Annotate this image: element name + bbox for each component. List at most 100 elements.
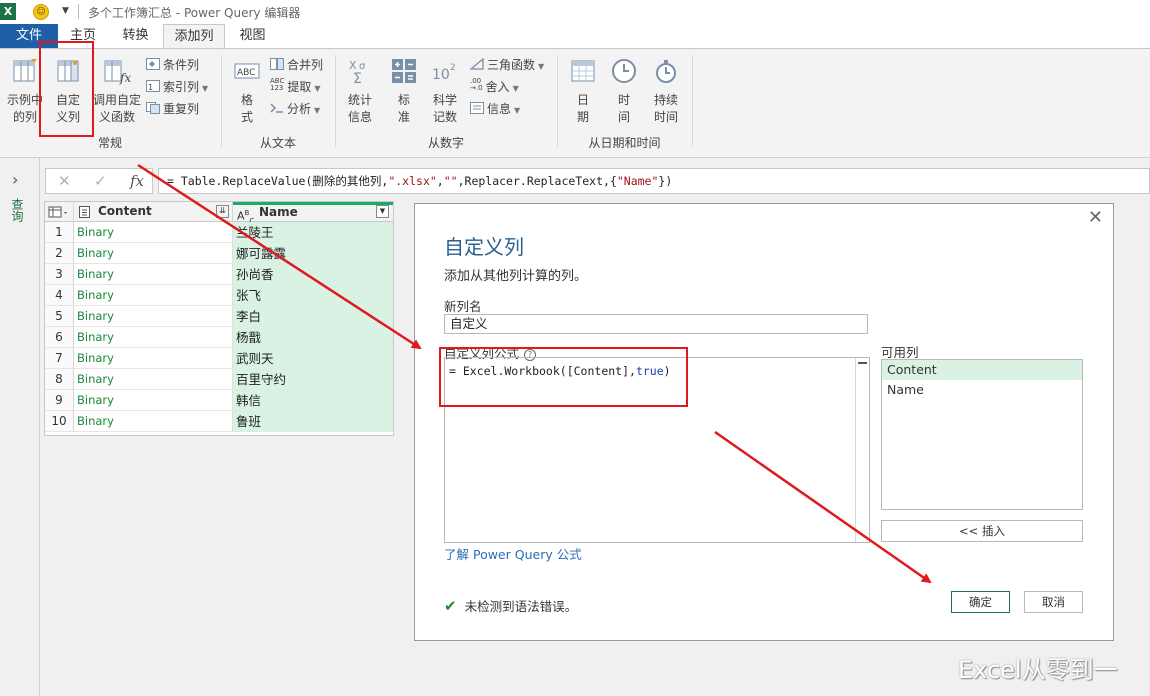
scientific-button[interactable]: 10 2 科学 记数 [426,57,464,126]
trigonometry-button[interactable]: 三角函数 ▼ [470,56,544,74]
available-column-content[interactable]: Content [882,360,1082,380]
cell-name[interactable]: 张飞 [233,285,393,306]
cell-content-binary[interactable]: Binary [74,369,233,390]
row-number[interactable]: 9 [45,390,74,411]
quick-access-dropdown-icon[interactable]: ▼ [62,6,69,16]
table-icon [48,206,67,218]
cell-content-binary[interactable]: Binary [74,285,233,306]
row-number[interactable]: 6 [45,327,74,348]
cell-name[interactable]: 娜可露露 [233,243,393,264]
row-number[interactable]: 4 [45,285,74,306]
merge-columns-button[interactable]: 合并列 [270,56,323,74]
extract-dropdown-icon[interactable]: ▼ [314,84,320,93]
insert-column-button[interactable]: << 插入 [881,520,1083,542]
format-button[interactable]: ABC 格 式 [228,57,266,126]
index-dropdown-icon[interactable]: ▼ [202,84,208,93]
svg-text:Σ: Σ [353,71,362,85]
cell-content-binary[interactable]: Binary [74,390,233,411]
queries-pane-label[interactable]: 查询 [10,198,26,222]
index-column-label: 索引列 [163,80,200,94]
formula-scrollbar[interactable] [855,358,869,542]
formula-bar-input[interactable]: = Table.ReplaceValue(删除的其他列,".xlsx","",R… [158,168,1150,194]
parse-dropdown-icon[interactable]: ▼ [314,106,320,115]
duplicate-column-button[interactable]: 重复列 [146,100,199,118]
formula-prefix: = Table.ReplaceValue(删除的其他列, [167,174,389,188]
cell-content-binary[interactable]: Binary [74,222,233,243]
statistics-button[interactable]: XσΣ 统计 信息 [340,57,380,126]
column-header-content[interactable]: Content ⇊ [74,202,233,222]
information-button[interactable]: 信息 ▼ [470,100,520,118]
row-number[interactable]: 8 [45,369,74,390]
rounding-button[interactable]: .00 →.0 舍入 ▼ [470,78,519,96]
close-dialog-icon[interactable]: ✕ [1088,207,1103,228]
time-label-2: 间 [617,110,630,124]
cancel-formula-icon[interactable]: ✕ [58,172,71,190]
column-filter-dropdown-icon[interactable]: ▼ [376,205,389,218]
custom-column-dialog: ✕ 自定义列 添加从其他列计算的列。 新列名 自定义 自定义列公式? = Exc… [414,203,1114,641]
cell-content-binary[interactable]: Binary [74,327,233,348]
row-number[interactable]: 2 [45,243,74,264]
tab-transform[interactable]: 转换 [108,24,163,48]
invoke-custom-function-button[interactable]: fx 调用自定 义函数 [91,57,143,126]
duplicate-column-label: 重复列 [163,102,200,116]
cell-content-binary[interactable]: Binary [74,306,233,327]
cell-name[interactable]: 杨戬 [233,327,393,348]
checkmark-icon: ✔ [444,597,457,615]
cell-name[interactable]: 韩信 [233,390,393,411]
column-header-content-label: Content [98,204,152,218]
information-dropdown-icon[interactable]: ▼ [514,106,520,115]
row-number[interactable]: 10 [45,411,74,432]
date-button[interactable]: 日 期 [565,57,601,126]
smiley-feedback-icon[interactable]: ☺ [33,4,49,20]
available-columns-list[interactable]: Content Name [881,359,1083,510]
row-number[interactable]: 7 [45,348,74,369]
duration-label-1: 持续 [653,93,678,107]
ok-button[interactable]: 确定 [951,591,1010,613]
information-label: 信息 [487,102,512,116]
index-column-button[interactable]: 1 索引列 ▼ [146,78,208,96]
excel-logo-icon: X [0,3,16,20]
row-number[interactable]: 3 [45,264,74,285]
expand-content-icon[interactable]: ⇊ [216,205,229,218]
fx-icon[interactable]: fx [130,172,144,190]
cell-name[interactable]: 孙尚香 [233,264,393,285]
rounding-dropdown-icon[interactable]: ▼ [513,84,519,93]
cell-name[interactable]: 李白 [233,306,393,327]
clock-icon [612,59,636,83]
extract-button[interactable]: ABC 123 提取 ▼ [270,78,321,96]
table-menu-button[interactable] [45,202,74,222]
expand-queries-chevron-icon[interactable]: › [12,170,18,189]
row-number[interactable]: 5 [45,306,74,327]
custom-column-highlight-box [39,41,94,137]
new-column-name-input[interactable]: 自定义 [444,314,868,334]
cell-name[interactable]: 鲁班 [233,411,393,432]
cancel-button[interactable]: 取消 [1024,591,1083,613]
cell-name[interactable]: 武则天 [233,348,393,369]
column-header-name[interactable]: ABC Name ▼ [233,202,393,225]
commit-formula-icon[interactable]: ✓ [94,172,107,190]
cell-content-binary[interactable]: Binary [74,264,233,285]
cell-content-binary[interactable]: Binary [74,348,233,369]
learn-power-query-formulas-link[interactable]: 了解 Power Query 公式 [444,544,582,563]
duration-button[interactable]: 持续 时间 [647,57,685,126]
cell-content-binary[interactable]: Binary [74,411,233,432]
trigonometry-dropdown-icon[interactable]: ▼ [538,62,544,71]
available-column-name[interactable]: Name [882,380,1082,400]
row-number[interactable]: 1 [45,222,74,243]
parse-button[interactable]: 分析 ▼ [270,100,320,118]
tab-add-column[interactable]: 添加列 [163,24,225,48]
standard-label-1: 标 [397,93,410,107]
ribbon-tabs: 文件 主页 转换 添加列 视图 [0,24,1150,48]
tab-view[interactable]: 视图 [225,24,280,48]
title-separator [78,4,79,19]
group-label-from-number: 从数字 [427,136,464,150]
cell-name[interactable]: 兰陵王 [233,222,393,243]
cell-content-binary[interactable]: Binary [74,243,233,264]
standard-button[interactable]: 标 准 [386,57,422,126]
time-button[interactable]: 时 间 [606,57,642,126]
rounding-label: 舍入 [485,80,510,94]
svg-text:ABC: ABC [237,68,255,78]
conditional-column-button[interactable]: 条件列 [146,56,199,74]
statistics-label-1: 统计 [347,93,372,107]
cell-name[interactable]: 百里守约 [233,369,393,390]
